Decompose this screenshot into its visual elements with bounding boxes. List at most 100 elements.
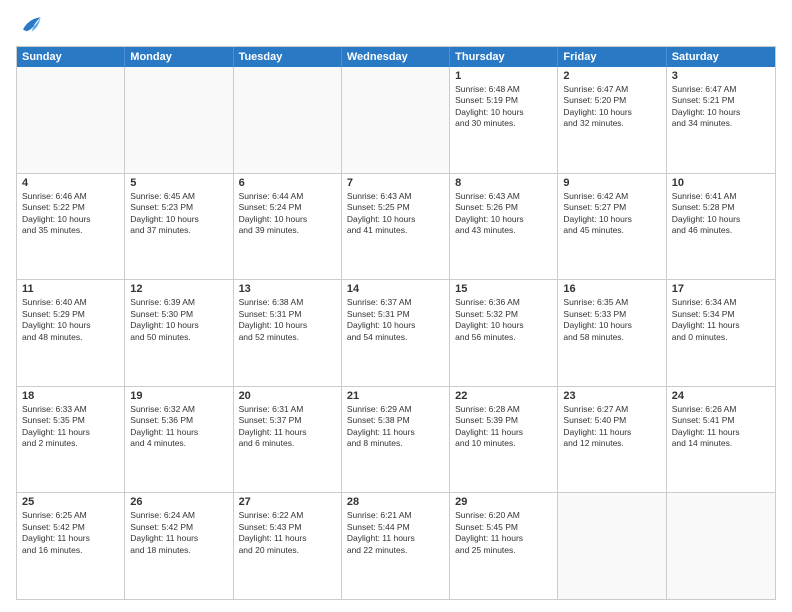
day-cell-17: 17 Sunrise: 6:34 AM Sunset: 5:34 PM Dayli… xyxy=(667,280,775,386)
day-info: Sunrise: 6:47 AM Sunset: 5:20 PM Dayligh… xyxy=(563,84,660,130)
day-cell-10: 10Sunrise: 6:41 AM Sunset: 5:28 PM Dayli… xyxy=(667,174,775,280)
day-cell-25: 25 Sunrise: 6:25 AM Sunset: 5:42 PM Dayli… xyxy=(17,493,125,599)
day-info: Sunrise: 6:46 AM Sunset: 5:22 PM Dayligh… xyxy=(22,191,119,237)
day-info: Sunrise: 6:31 AM Sunset: 5:37 PM Dayligh… xyxy=(239,404,336,450)
day-info: Sunrise: 6:40 AM Sunset: 5:29 PM Dayligh… xyxy=(22,297,119,343)
day-number: 28 xyxy=(347,496,444,508)
day-info: Sunrise: 6:39 AM Sunset: 5:30 PM Dayligh… xyxy=(130,297,227,343)
day-info: Sunrise: 6:29 AM Sunset: 5:38 PM Dayligh… xyxy=(347,404,444,450)
day-number: 2 xyxy=(563,70,660,82)
day-number: 24 xyxy=(672,390,770,402)
day-cell-2: 2 Sunrise: 6:47 AM Sunset: 5:20 PM Daylig… xyxy=(558,67,666,173)
day-cell-empty-0-0 xyxy=(17,67,125,173)
day-number: 1 xyxy=(455,70,552,82)
day-cell-4: 4 Sunrise: 6:46 AM Sunset: 5:22 PM Daylig… xyxy=(17,174,125,280)
day-number: 18 xyxy=(22,390,119,402)
day-number: 26 xyxy=(130,496,227,508)
page: SundayMondayTuesdayWednesdayThursdayFrid… xyxy=(0,0,792,612)
calendar-row-2: 4 Sunrise: 6:46 AM Sunset: 5:22 PM Daylig… xyxy=(17,174,775,281)
day-info: Sunrise: 6:36 AM Sunset: 5:32 PM Dayligh… xyxy=(455,297,552,343)
day-info: Sunrise: 6:34 AM Sunset: 5:34 PM Dayligh… xyxy=(672,297,770,343)
day-info: Sunrise: 6:37 AM Sunset: 5:31 PM Dayligh… xyxy=(347,297,444,343)
day-info: Sunrise: 6:24 AM Sunset: 5:42 PM Dayligh… xyxy=(130,510,227,556)
header-day-wednesday: Wednesday xyxy=(342,47,450,67)
day-cell-20: 20 Sunrise: 6:31 AM Sunset: 5:37 PM Dayli… xyxy=(234,387,342,493)
day-info: Sunrise: 6:38 AM Sunset: 5:31 PM Dayligh… xyxy=(239,297,336,343)
day-number: 17 xyxy=(672,283,770,295)
calendar-body: 1 Sunrise: 6:48 AM Sunset: 5:19 PM Daylig… xyxy=(17,67,775,599)
day-number: 22 xyxy=(455,390,552,402)
day-info: Sunrise: 6:44 AM Sunset: 5:24 PM Dayligh… xyxy=(239,191,336,237)
day-number: 23 xyxy=(563,390,660,402)
day-cell-18: 18 Sunrise: 6:33 AM Sunset: 5:35 PM Dayli… xyxy=(17,387,125,493)
day-number: 5 xyxy=(130,177,227,189)
day-number: 20 xyxy=(239,390,336,402)
day-number: 13 xyxy=(239,283,336,295)
day-number: 29 xyxy=(455,496,552,508)
calendar-row-5: 25 Sunrise: 6:25 AM Sunset: 5:42 PM Dayli… xyxy=(17,493,775,599)
day-cell-28: 28 Sunrise: 6:21 AM Sunset: 5:44 PM Dayli… xyxy=(342,493,450,599)
day-number: 4 xyxy=(22,177,119,189)
day-number: 9 xyxy=(563,177,660,189)
day-cell-1: 1 Sunrise: 6:48 AM Sunset: 5:19 PM Daylig… xyxy=(450,67,558,173)
day-cell-19: 19Sunrise: 6:32 AM Sunset: 5:36 PM Dayli… xyxy=(125,387,233,493)
day-info: Sunrise: 6:20 AM Sunset: 5:45 PM Dayligh… xyxy=(455,510,552,556)
day-cell-6: 6 Sunrise: 6:44 AM Sunset: 5:24 PM Daylig… xyxy=(234,174,342,280)
day-cell-empty-0-3 xyxy=(342,67,450,173)
day-info: Sunrise: 6:48 AM Sunset: 5:19 PM Dayligh… xyxy=(455,84,552,130)
day-cell-9: 9Sunrise: 6:42 AM Sunset: 5:27 PM Daylig… xyxy=(558,174,666,280)
day-info: Sunrise: 6:26 AM Sunset: 5:41 PM Dayligh… xyxy=(672,404,770,450)
day-cell-5: 5 Sunrise: 6:45 AM Sunset: 5:23 PM Daylig… xyxy=(125,174,233,280)
day-info: Sunrise: 6:22 AM Sunset: 5:43 PM Dayligh… xyxy=(239,510,336,556)
day-info: Sunrise: 6:47 AM Sunset: 5:21 PM Dayligh… xyxy=(672,84,770,130)
day-number: 6 xyxy=(239,177,336,189)
day-info: Sunrise: 6:45 AM Sunset: 5:23 PM Dayligh… xyxy=(130,191,227,237)
day-number: 10 xyxy=(672,177,770,189)
day-cell-29: 29 Sunrise: 6:20 AM Sunset: 5:45 PM Dayli… xyxy=(450,493,558,599)
day-number: 7 xyxy=(347,177,444,189)
day-info: Sunrise: 6:33 AM Sunset: 5:35 PM Dayligh… xyxy=(22,404,119,450)
calendar-row-3: 11 Sunrise: 6:40 AM Sunset: 5:29 PM Dayli… xyxy=(17,280,775,387)
day-cell-21: 21 Sunrise: 6:29 AM Sunset: 5:38 PM Dayli… xyxy=(342,387,450,493)
day-cell-22: 22Sunrise: 6:28 AM Sunset: 5:39 PM Dayli… xyxy=(450,387,558,493)
day-info: Sunrise: 6:32 AM Sunset: 5:36 PM Dayligh… xyxy=(130,404,227,450)
day-cell-12: 12 Sunrise: 6:39 AM Sunset: 5:30 PM Dayli… xyxy=(125,280,233,386)
day-cell-15: 15Sunrise: 6:36 AM Sunset: 5:32 PM Dayli… xyxy=(450,280,558,386)
day-number: 3 xyxy=(672,70,770,82)
day-cell-3: 3 Sunrise: 6:47 AM Sunset: 5:21 PM Daylig… xyxy=(667,67,775,173)
header-day-tuesday: Tuesday xyxy=(234,47,342,67)
day-number: 14 xyxy=(347,283,444,295)
header-day-saturday: Saturday xyxy=(667,47,775,67)
day-info: Sunrise: 6:25 AM Sunset: 5:42 PM Dayligh… xyxy=(22,510,119,556)
day-info: Sunrise: 6:43 AM Sunset: 5:26 PM Dayligh… xyxy=(455,191,552,237)
day-number: 11 xyxy=(22,283,119,295)
day-info: Sunrise: 6:43 AM Sunset: 5:25 PM Dayligh… xyxy=(347,191,444,237)
day-cell-24: 24 Sunrise: 6:26 AM Sunset: 5:41 PM Dayli… xyxy=(667,387,775,493)
header-day-sunday: Sunday xyxy=(17,47,125,67)
day-number: 21 xyxy=(347,390,444,402)
day-cell-empty-0-2 xyxy=(234,67,342,173)
day-number: 8 xyxy=(455,177,552,189)
day-cell-empty-0-1 xyxy=(125,67,233,173)
day-number: 25 xyxy=(22,496,119,508)
day-number: 12 xyxy=(130,283,227,295)
day-cell-23: 23 Sunrise: 6:27 AM Sunset: 5:40 PM Dayli… xyxy=(558,387,666,493)
day-cell-empty-4-5 xyxy=(558,493,666,599)
day-info: Sunrise: 6:21 AM Sunset: 5:44 PM Dayligh… xyxy=(347,510,444,556)
day-cell-14: 14 Sunrise: 6:37 AM Sunset: 5:31 PM Dayli… xyxy=(342,280,450,386)
day-cell-7: 7 Sunrise: 6:43 AM Sunset: 5:25 PM Daylig… xyxy=(342,174,450,280)
day-info: Sunrise: 6:35 AM Sunset: 5:33 PM Dayligh… xyxy=(563,297,660,343)
header-day-friday: Friday xyxy=(558,47,666,67)
day-cell-13: 13 Sunrise: 6:38 AM Sunset: 5:31 PM Dayli… xyxy=(234,280,342,386)
header-day-thursday: Thursday xyxy=(450,47,558,67)
calendar-row-1: 1 Sunrise: 6:48 AM Sunset: 5:19 PM Daylig… xyxy=(17,67,775,174)
day-info: Sunrise: 6:27 AM Sunset: 5:40 PM Dayligh… xyxy=(563,404,660,450)
calendar-row-4: 18 Sunrise: 6:33 AM Sunset: 5:35 PM Dayli… xyxy=(17,387,775,494)
calendar-header: SundayMondayTuesdayWednesdayThursdayFrid… xyxy=(17,47,775,67)
logo-icon xyxy=(16,12,44,40)
day-cell-8: 8 Sunrise: 6:43 AM Sunset: 5:26 PM Daylig… xyxy=(450,174,558,280)
header xyxy=(16,12,776,40)
calendar: SundayMondayTuesdayWednesdayThursdayFrid… xyxy=(16,46,776,600)
day-cell-27: 27Sunrise: 6:22 AM Sunset: 5:43 PM Dayli… xyxy=(234,493,342,599)
day-cell-empty-4-6 xyxy=(667,493,775,599)
